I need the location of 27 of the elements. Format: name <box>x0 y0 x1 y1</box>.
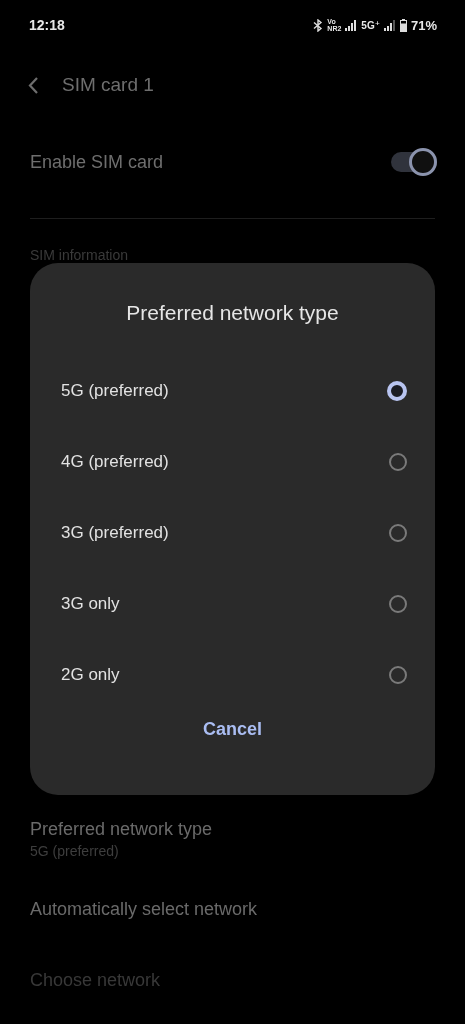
option-label: 3G only <box>61 593 120 614</box>
battery-icon <box>399 18 407 32</box>
section-header: SIM information <box>29 246 130 263</box>
radio-button[interactable] <box>389 594 407 613</box>
battery-percent: 71% <box>410 17 437 33</box>
screen-title: SIM card 1 <box>62 74 154 96</box>
option-label: 4G (preferred) <box>61 451 169 472</box>
setting-title: Preferred network type <box>30 818 214 840</box>
dialog-title: Preferred network type <box>126 301 339 325</box>
setting-label: Enable SIM card <box>30 151 164 173</box>
radio-button[interactable] <box>387 380 407 401</box>
signal-icon <box>383 19 396 31</box>
option-label: 5G (preferred) <box>61 380 169 401</box>
status-time: 12:18 <box>29 17 66 33</box>
radio-button[interactable] <box>389 523 407 542</box>
network-type: 5G⁺ <box>361 19 380 31</box>
radio-button[interactable] <box>389 665 407 684</box>
setting-title: Choose network <box>30 970 162 991</box>
signal-icon <box>345 19 358 31</box>
setting-value: 5G (preferred) <box>30 842 120 859</box>
option-label: 2G only <box>61 664 120 685</box>
cancel-button[interactable]: Cancel <box>191 713 274 746</box>
radio-button[interactable] <box>389 452 407 471</box>
back-icon[interactable] <box>28 76 38 94</box>
bluetooth-icon <box>313 18 324 32</box>
setting-title: Automatically select network <box>30 899 259 920</box>
option-label: 3G (preferred) <box>61 522 169 543</box>
